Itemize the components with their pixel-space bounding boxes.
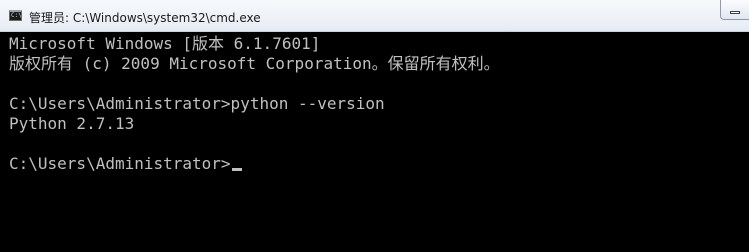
console-line: Python 2.7.13 bbox=[9, 114, 135, 133]
console-line: Microsoft Windows [版本 6.1.7601] bbox=[9, 34, 321, 53]
console-output[interactable]: Microsoft Windows [版本 6.1.7601] 版权所有 (c)… bbox=[0, 32, 749, 252]
window-title: 管理员: C:\Windows\system32\cmd.exe bbox=[29, 11, 261, 25]
cmd-console-icon[interactable]: C:\ bbox=[9, 10, 22, 21]
title-bar[interactable]: C:\ 管理员: C:\Windows\system32\cmd.exe bbox=[0, 0, 749, 32]
console-line: 版权所有 (c) 2009 Microsoft Corporation。保留所有… bbox=[9, 54, 500, 73]
cmd-window: C:\ 管理员: C:\Windows\system32\cmd.exe Mic… bbox=[0, 0, 749, 252]
minimize-button[interactable] bbox=[720, 0, 749, 20]
text-cursor bbox=[231, 168, 242, 171]
console-line: C:\Users\Administrator>python --version bbox=[9, 94, 385, 113]
minimize-icon bbox=[730, 11, 740, 14]
prompt-line[interactable]: C:\Users\Administrator> bbox=[9, 154, 242, 174]
prompt-text: C:\Users\Administrator> bbox=[9, 154, 231, 173]
